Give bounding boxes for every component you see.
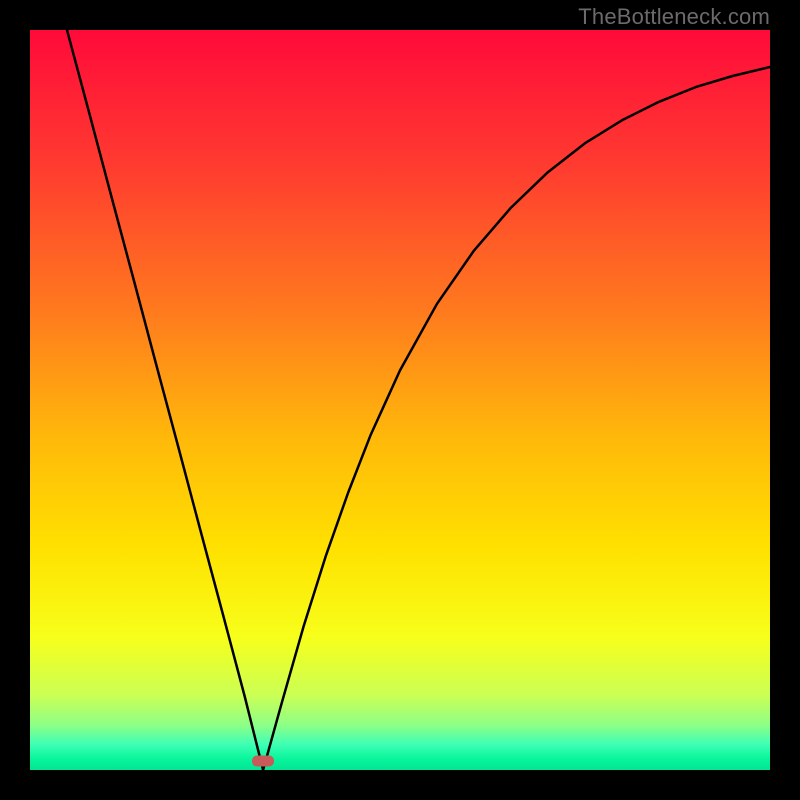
watermark-text: TheBottleneck.com — [578, 4, 770, 30]
plot-area — [30, 30, 770, 770]
cusp-marker — [252, 756, 274, 767]
chart-frame: TheBottleneck.com — [0, 0, 800, 800]
bottleneck-curve — [30, 30, 770, 770]
